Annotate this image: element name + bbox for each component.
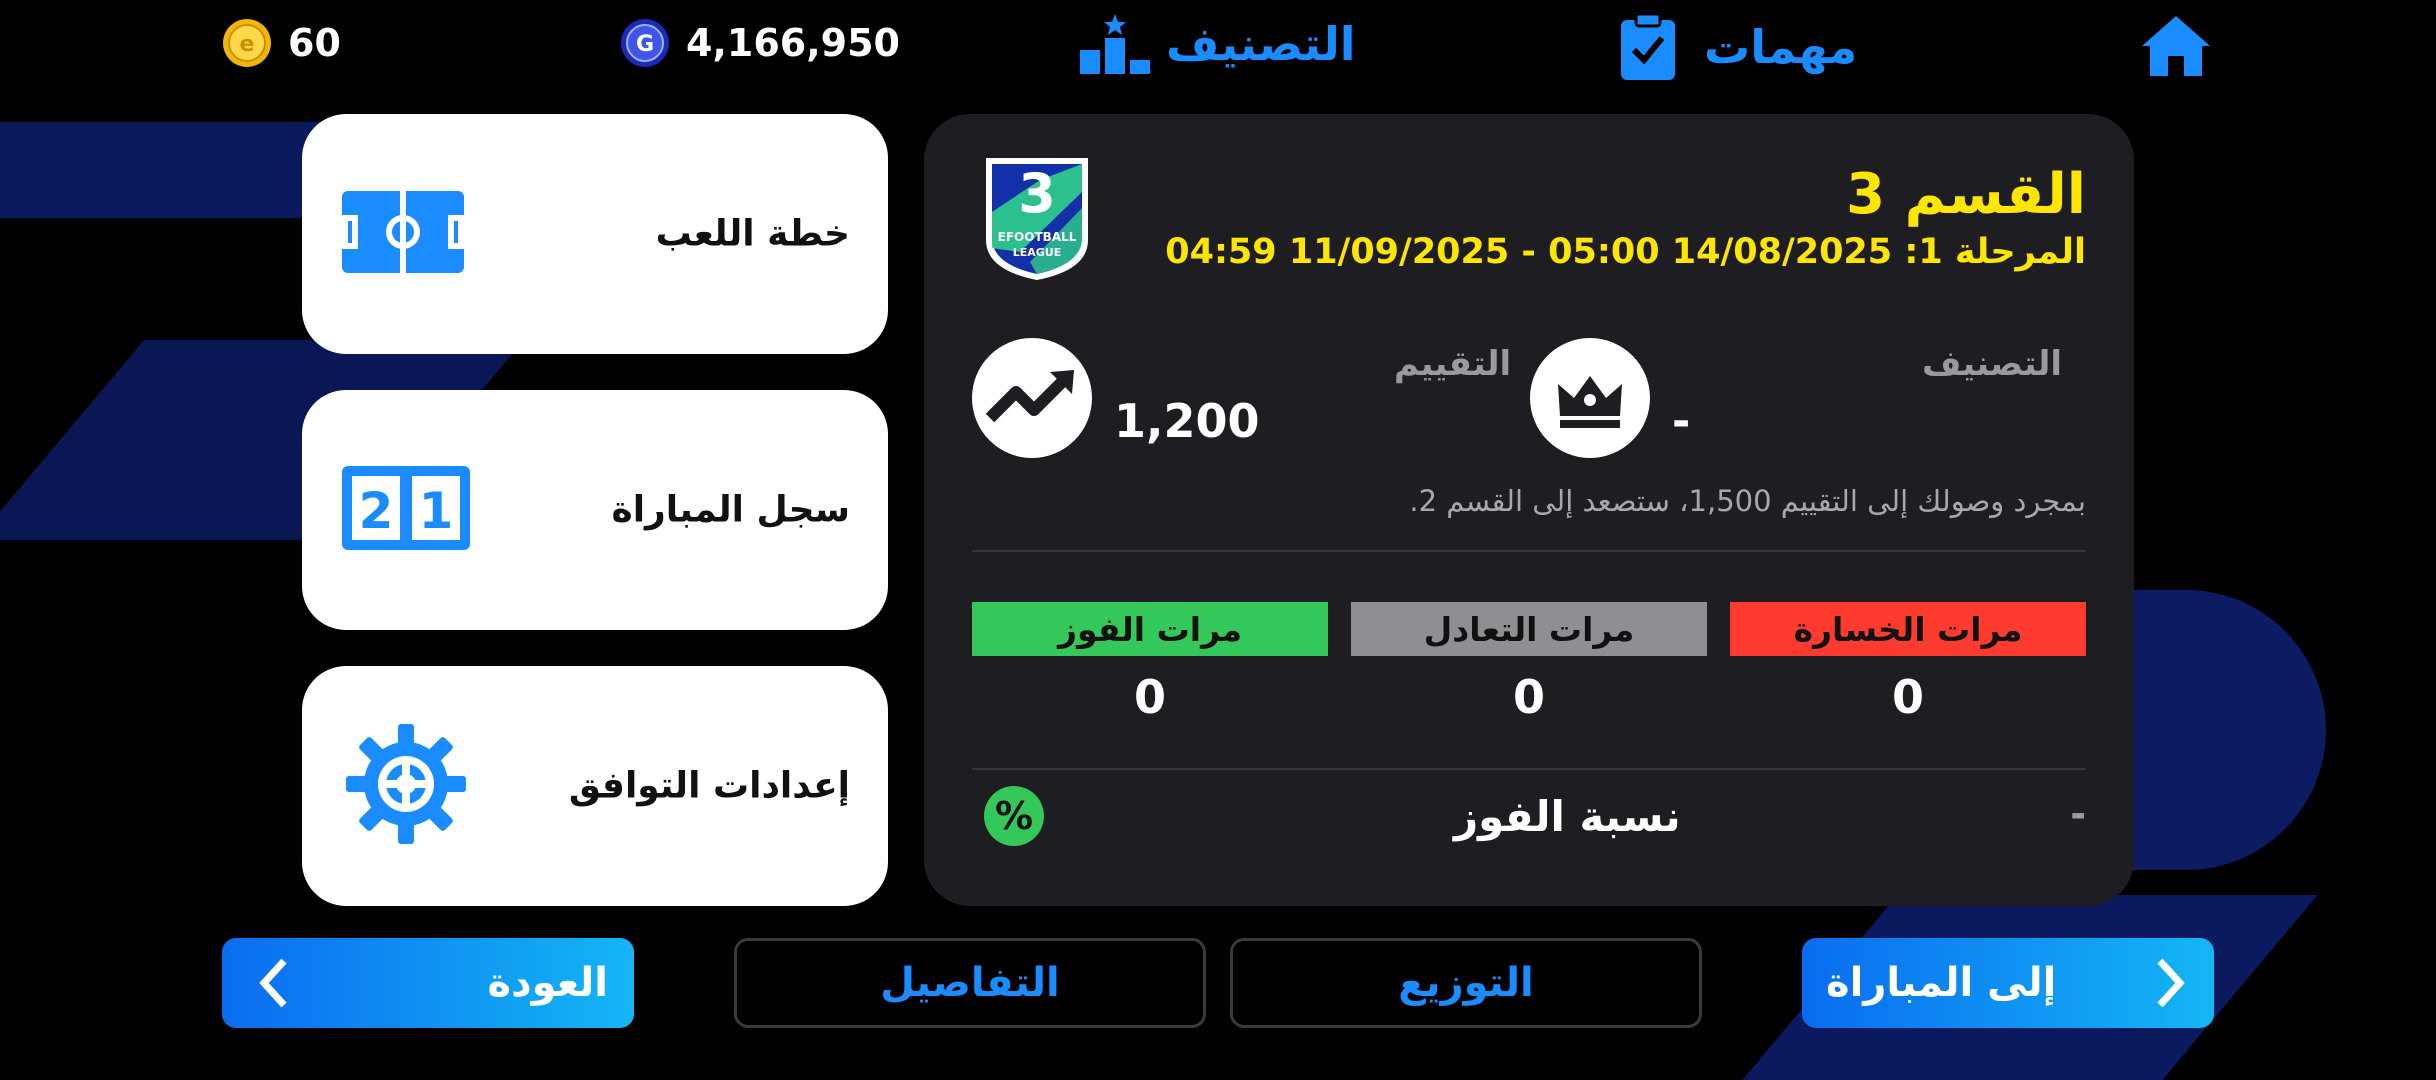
chevron-right-icon <box>2157 958 2185 1008</box>
wins-value: 0 <box>1133 670 1166 724</box>
nav-missions-label: مهمات <box>1704 20 1858 74</box>
rating-label: التقييم <box>1394 344 1512 384</box>
to-match-button[interactable]: إلى المباراة <box>1802 938 2214 1028</box>
svg-text:1: 1 <box>419 482 454 540</box>
gp-value: 4,166,950 <box>686 21 900 65</box>
gear-icon <box>344 722 468 850</box>
gp-display: G 4,166,950 <box>620 18 900 68</box>
percent-symbol: % <box>994 794 1034 838</box>
division-badge-text-1: EFOOTBALL <box>997 230 1077 244</box>
nav-ranking-label: التصنيف <box>1166 17 1356 71</box>
crown-icon <box>1558 376 1622 428</box>
ranking-label: التصنيف <box>1921 344 2062 384</box>
trend-badge <box>972 338 1092 458</box>
losses-value: 0 <box>1891 670 1924 724</box>
gp-icon: G <box>621 19 669 67</box>
promotion-text: بمجرد وصولك إلى التقييم 1,500، ستصعد إلى… <box>1409 484 2086 518</box>
details-label: التفاصيل <box>880 960 1060 1006</box>
distribution-button[interactable]: التوزيع <box>1230 938 1702 1028</box>
svg-text:G: G <box>636 32 654 57</box>
divider-1 <box>972 550 2086 552</box>
coin-icon: e <box>223 19 271 67</box>
draws-value: 0 <box>1512 670 1545 724</box>
percent-icon: % <box>984 786 1044 846</box>
ranking-podium-icon <box>1080 14 1150 74</box>
scoreboard-icon: 2 1 <box>338 462 474 558</box>
svg-text:e: e <box>240 32 255 57</box>
rating-value: 1,200 <box>1114 394 1260 448</box>
game-plan-label: خطة اللعب <box>655 213 850 255</box>
svg-text:2: 2 <box>359 482 394 540</box>
draws-header: مرات التعادل <box>1351 602 1707 656</box>
formation-icon <box>338 187 468 281</box>
details-button[interactable]: التفاصيل <box>734 938 1206 1028</box>
back-label: العودة <box>487 960 608 1006</box>
missions-clipboard-icon <box>1621 12 1675 80</box>
coins-display: e 60 <box>222 18 341 68</box>
division-badge-number: 3 <box>1018 162 1056 225</box>
losses-header: مرات الخسارة <box>1730 602 2086 656</box>
division-phase: المرحلة 1: 14/08/2025 05:00 - 11/09/2025… <box>1165 232 2086 272</box>
coins-value: 60 <box>288 21 341 65</box>
compat-settings-card[interactable]: إعدادات التوافق <box>302 666 888 906</box>
chevron-left-icon <box>259 958 287 1008</box>
match-record-label: سجل المباراة <box>611 489 850 531</box>
division-title: القسم 3 <box>1846 162 2086 227</box>
nav-missions[interactable]: مهمات <box>1618 12 1857 82</box>
home-button[interactable] <box>2140 12 2212 80</box>
back-button[interactable]: العودة <box>222 938 634 1028</box>
trend-up-icon <box>985 370 1074 423</box>
win-rate-value: - <box>2070 792 2086 836</box>
wins-header: مرات الفوز <box>972 602 1328 656</box>
home-icon <box>2142 16 2210 76</box>
to-match-label: إلى المباراة <box>1826 960 2057 1006</box>
division-panel: 3 EFOOTBALL LEAGUE القسم 3 المرحلة 1: 14… <box>924 114 2134 906</box>
match-record-card[interactable]: 2 1 سجل المباراة <box>302 390 888 630</box>
division-badge-text-2: LEAGUE <box>1012 246 1062 259</box>
win-rate-label: نسبة الفوز <box>1454 792 1681 841</box>
nav-ranking[interactable]: التصنيف <box>1078 12 1355 76</box>
game-plan-card[interactable]: خطة اللعب <box>302 114 888 354</box>
division-badge: 3 EFOOTBALL LEAGUE <box>980 152 1094 284</box>
distribution-label: التوزيع <box>1398 960 1534 1006</box>
divider-2 <box>972 768 2086 770</box>
ranking-value: - <box>1672 396 1691 447</box>
compat-settings-label: إعدادات التوافق <box>568 765 850 807</box>
crown-badge <box>1530 338 1650 458</box>
